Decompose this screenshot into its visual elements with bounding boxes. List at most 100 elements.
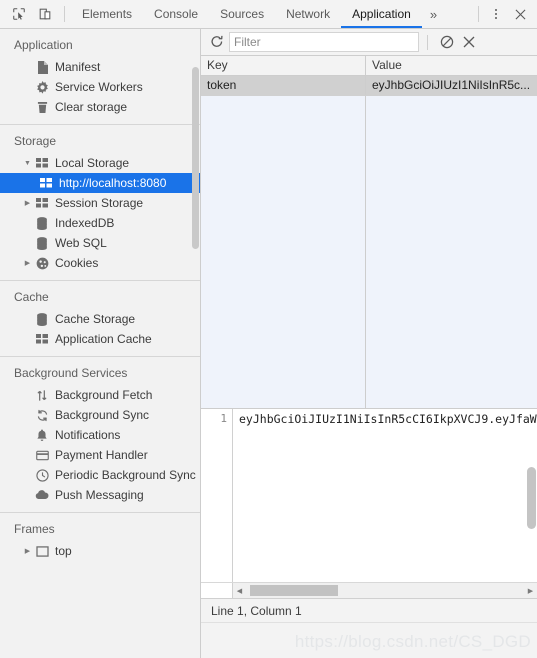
- twisty-spacer: ▸: [22, 103, 33, 111]
- cloud-icon: [34, 488, 50, 502]
- sidebar-item-session-storage[interactable]: ▶ Session Storage: [0, 193, 200, 213]
- sidebar-item-label: Push Messaging: [55, 488, 144, 502]
- editor-status-bar: Line 1, Column 1: [201, 598, 537, 622]
- sidebar-section-title: Application: [14, 38, 73, 52]
- tab-label: Elements: [82, 7, 133, 21]
- toolbar-divider: [64, 6, 65, 22]
- sidebar-item-background-sync[interactable]: ▶ Background Sync: [0, 405, 200, 425]
- sidebar-item-application-cache[interactable]: ▶ Application Cache: [0, 329, 200, 349]
- devtools-body: Application ▸ Manifest ▸ Service Workers: [0, 29, 537, 658]
- sidebar-item-label: Periodic Background Sync: [55, 468, 196, 482]
- sidebar-item-label: Payment Handler: [55, 448, 148, 462]
- sidebar-item-indexeddb[interactable]: ▶ IndexedDB: [0, 213, 200, 233]
- sidebar-section-title: Cache: [14, 290, 49, 304]
- sidebar-item-local-storage[interactable]: ▼ Local Storage: [0, 153, 200, 173]
- twisty-spacer: ▶: [22, 239, 33, 247]
- tab-application[interactable]: Application: [341, 0, 422, 28]
- panel-bottom-padding: [201, 622, 537, 658]
- clear-all-icon[interactable]: [458, 31, 480, 53]
- preview-vertical-scrollbar-thumb[interactable]: [527, 467, 536, 529]
- application-sidebar: Application ▸ Manifest ▸ Service Workers: [0, 29, 201, 658]
- sidebar-item-clear-storage[interactable]: ▸ Clear storage: [0, 97, 200, 117]
- tab-label: Network: [286, 7, 331, 21]
- tab-network[interactable]: Network: [275, 0, 341, 28]
- table-icon: [34, 196, 50, 210]
- chevron-right-icon[interactable]: ▶: [22, 199, 33, 207]
- scrollbar-lane[interactable]: [246, 583, 524, 598]
- sidebar-scrollbar-thumb[interactable]: [192, 67, 199, 249]
- table-icon: [34, 156, 50, 170]
- chevron-down-icon[interactable]: ▼: [22, 160, 33, 167]
- sidebar-item-cache-storage[interactable]: ▶ Cache Storage: [0, 309, 200, 329]
- sidebar-item-web-sql[interactable]: ▶ Web SQL: [0, 233, 200, 253]
- data-grid-empty-area[interactable]: [201, 96, 537, 408]
- empty-key-column: [201, 96, 366, 408]
- sidebar-item-label: Local Storage: [55, 156, 130, 170]
- sidebar-item-label: top: [55, 544, 72, 558]
- sidebar-item-periodic-background-sync[interactable]: ▶ Periodic Background Sync: [0, 465, 200, 485]
- scroll-left-arrow-icon[interactable]: ◀: [233, 587, 246, 595]
- scrollbar-track[interactable]: ◀ ▶: [233, 583, 537, 598]
- sidebar-item-label: Background Fetch: [55, 388, 153, 402]
- column-header-key[interactable]: Key: [201, 56, 366, 75]
- twisty-spacer: ▶: [22, 431, 33, 439]
- column-header-value[interactable]: Value: [366, 56, 537, 75]
- data-grid-rows: token eyJhbGciOiJIUzI1NiIsInR5c...: [201, 76, 537, 408]
- sidebar-section-title: Background Services: [14, 366, 128, 380]
- preview-horizontal-scrollbar[interactable]: ◀ ▶: [201, 582, 537, 598]
- sidebar-item-push-messaging[interactable]: ▶ Push Messaging: [0, 485, 200, 505]
- sidebar-item-label: Web SQL: [55, 236, 107, 250]
- chevron-right-icon[interactable]: ▶: [22, 259, 33, 267]
- inspect-element-icon[interactable]: [6, 1, 32, 27]
- code-editor[interactable]: 1 eyJhbGciOiJIUzI1NiIsInR5cCI6IkpXVCJ9.e…: [201, 409, 537, 582]
- twisty-spacer: ▶: [22, 451, 33, 459]
- close-icon[interactable]: [507, 1, 533, 27]
- preview-content[interactable]: eyJhbGciOiJIUzI1NiIsInR5cCI6IkpXVCJ9.eyJ…: [233, 409, 537, 582]
- sidebar-item-top-frame[interactable]: ▶ top: [0, 541, 200, 561]
- sidebar-item-label: Session Storage: [55, 196, 144, 210]
- sidebar-scrollbar[interactable]: [191, 29, 200, 658]
- no-entry-icon[interactable]: [436, 31, 458, 53]
- twisty-spacer: ▸: [22, 83, 33, 91]
- twisty-spacer: ▶: [22, 411, 33, 419]
- more-tabs-icon[interactable]: »: [422, 0, 445, 28]
- database-icon: [34, 236, 50, 250]
- sidebar-item-label: Service Workers: [55, 80, 143, 94]
- cell-key: token: [201, 76, 366, 95]
- sidebar-item-label: Notifications: [55, 428, 121, 442]
- tab-label: Sources: [220, 7, 265, 21]
- tab-label: Application: [352, 7, 411, 21]
- table-row[interactable]: token eyJhbGciOiJIUzI1NiIsInR5c...: [201, 76, 537, 96]
- sidebar-item-manifest[interactable]: ▸ Manifest: [0, 57, 200, 77]
- twisty-spacer: ▶: [22, 391, 33, 399]
- scrollbar-thumb[interactable]: [250, 585, 338, 596]
- chevron-right-icon[interactable]: ▶: [22, 547, 33, 555]
- sidebar-item-payment-handler[interactable]: ▶ Payment Handler: [0, 445, 200, 465]
- line-number-gutter: 1: [201, 409, 233, 582]
- sidebar-item-label: Application Cache: [55, 332, 152, 346]
- sidebar-section-title: Frames: [14, 522, 55, 536]
- sidebar-item-label: IndexedDB: [55, 216, 115, 230]
- gear-icon: [34, 80, 50, 94]
- cursor-position-text: Line 1, Column 1: [211, 603, 302, 618]
- sidebar-item-background-fetch[interactable]: ▶ Background Fetch: [0, 385, 200, 405]
- sidebar-item-service-workers[interactable]: ▸ Service Workers: [0, 77, 200, 97]
- sidebar-item-notifications[interactable]: ▶ Notifications: [0, 425, 200, 445]
- twisty-spacer: ▶: [22, 315, 33, 323]
- kebab-menu-icon[interactable]: [485, 1, 507, 27]
- sidebar-item-localhost-origin[interactable]: http://localhost:8080: [0, 173, 200, 193]
- refresh-icon[interactable]: [205, 30, 229, 54]
- tab-elements[interactable]: Elements: [71, 0, 143, 28]
- arrows-updown-icon: [34, 388, 50, 402]
- data-grid-header: Key Value: [201, 56, 537, 76]
- filter-input[interactable]: [229, 32, 419, 52]
- toolbar-right-group: [472, 0, 537, 28]
- scroll-right-arrow-icon[interactable]: ▶: [524, 587, 537, 595]
- sync-icon: [34, 408, 50, 422]
- tab-console[interactable]: Console: [143, 0, 209, 28]
- tab-sources[interactable]: Sources: [209, 0, 275, 28]
- trash-icon: [34, 100, 50, 114]
- device-toolbar-icon[interactable]: [32, 1, 58, 27]
- sidebar-item-cookies[interactable]: ▶ Cookies: [0, 253, 200, 273]
- database-icon: [34, 216, 50, 230]
